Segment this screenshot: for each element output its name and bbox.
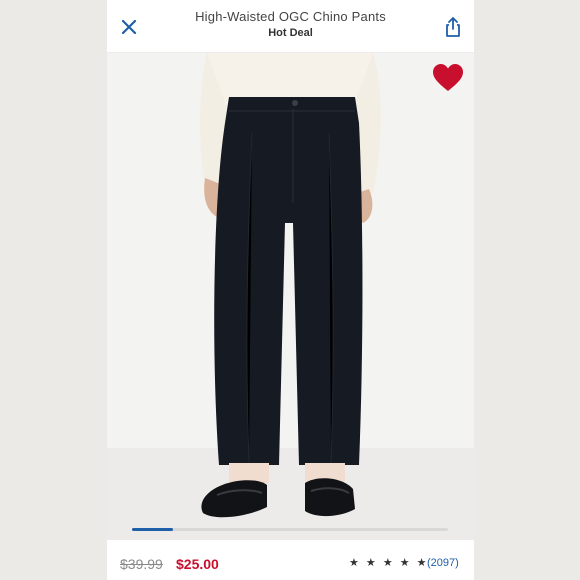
star-rating: ★ ★ ★ ★ ★	[349, 557, 429, 569]
review-count-link[interactable]: (2097)	[427, 557, 459, 569]
top-bar: High-Waisted OGC Chino Pants Hot Deal	[107, 0, 474, 53]
price-rating-bar: $39.99 $25.00 ★ ★ ★ ★ ★ (2097)	[107, 540, 474, 580]
product-photo[interactable]	[107, 53, 474, 540]
product-illustration	[107, 53, 474, 540]
close-icon	[121, 19, 137, 35]
favorite-button[interactable]	[432, 63, 464, 93]
share-icon	[446, 17, 460, 37]
heart-icon	[433, 64, 463, 91]
close-button[interactable]	[119, 17, 139, 37]
original-price: $39.99	[120, 556, 163, 572]
product-title: High-Waisted OGC Chino Pants	[195, 9, 386, 24]
app-screen: High-Waisted OGC Chino Pants Hot Deal $3…	[107, 0, 474, 580]
share-button[interactable]	[442, 15, 464, 39]
sale-price: $25.00	[176, 556, 219, 572]
deal-badge: Hot Deal	[268, 27, 313, 39]
image-carousel-indicator[interactable]	[132, 528, 448, 531]
carousel-progress	[132, 528, 174, 531]
